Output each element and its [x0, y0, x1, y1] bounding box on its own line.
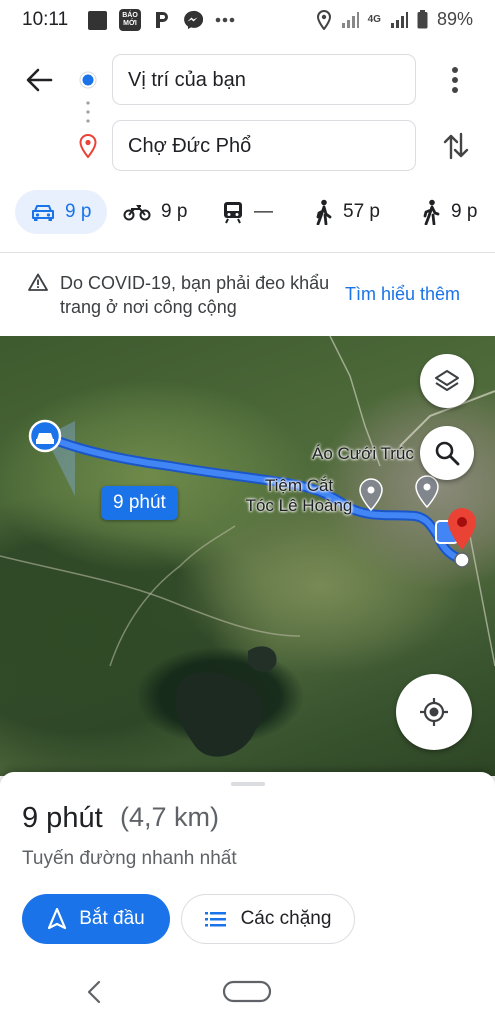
learn-more-link[interactable]: Tìm hiểu thêm	[345, 284, 460, 305]
ride-hailing-icon	[423, 199, 440, 225]
destination-end-dot	[454, 552, 470, 568]
walk-icon	[316, 199, 332, 225]
battery-icon	[417, 10, 428, 29]
steps-button-label: Các chặng	[240, 908, 332, 929]
mode-ride-tab[interactable]: 9 p	[419, 190, 477, 234]
nav-home-icon[interactable]	[222, 980, 272, 1004]
notification-app-icon	[88, 10, 107, 30]
origin-input-value: Vị trí của bạn	[128, 69, 246, 91]
destination-pin-icon	[79, 134, 97, 158]
road-line	[469, 535, 495, 667]
signal-icon-2	[390, 11, 408, 28]
search-icon	[435, 441, 460, 466]
network-type: 4G	[367, 14, 381, 25]
signal-icon	[341, 11, 359, 28]
transit-icon	[224, 202, 242, 224]
destination-input-value: Chợ Đức Phổ	[128, 135, 252, 157]
destination-pin-hole	[457, 517, 467, 527]
covid-message: Do COVID-19, bạn phải đeo khẩu trang ở n…	[60, 273, 330, 317]
origin-input[interactable]: Vị trí của bạn	[112, 54, 416, 105]
start-navigation-button[interactable]: Bắt đầu	[22, 894, 170, 944]
start-button-label: Bắt đầu	[79, 908, 145, 929]
motorcycle-icon	[123, 205, 151, 221]
mode-driving-time: 9 p	[65, 201, 92, 222]
layers-icon	[435, 370, 459, 391]
route-distance: (4,7 km)	[120, 802, 220, 832]
road-line	[109, 525, 236, 667]
location-status-icon	[316, 9, 331, 30]
place-label-bridal[interactable]: Áo Cưới Trúc	[312, 444, 414, 464]
map-view[interactable]: Áo Cưới Trúc Tiệm Cắt Tóc Lê Hoàng 9 phú…	[0, 336, 495, 776]
navigation-arrow-icon	[48, 908, 67, 930]
road-line	[0, 555, 301, 637]
lake-shape	[175, 672, 263, 757]
mode-transit-tab[interactable]: —	[222, 190, 273, 234]
warning-icon	[28, 273, 48, 291]
status-bar: 10:11 BÁO MỚI 4G 89%	[0, 0, 495, 40]
mode-motorcycle-tab[interactable]: 9 p	[123, 190, 187, 234]
battery-level: 89%	[436, 9, 473, 29]
more-notifications-icon	[215, 17, 235, 23]
baomoi-icon: BÁO MỚI	[119, 9, 141, 31]
pond-shape	[248, 646, 277, 672]
route-subtitle: Tuyến đường nhanh nhất	[22, 848, 237, 869]
layers-button[interactable]	[420, 354, 474, 408]
car-marker-icon	[36, 433, 54, 444]
route-connector	[86, 101, 90, 123]
place-pin-bridal	[415, 475, 439, 509]
place-label-barber[interactable]: Tiệm Cắt Tóc Lê Hoàng	[234, 476, 364, 516]
mode-ride-time: 9 p	[451, 201, 478, 222]
more-options-icon[interactable]	[450, 66, 460, 94]
list-icon	[204, 912, 226, 927]
messenger-icon	[184, 10, 203, 29]
origin-dot-icon	[79, 71, 97, 89]
my-location-button[interactable]	[396, 674, 472, 750]
swap-directions-icon[interactable]	[442, 131, 470, 161]
car-icon	[32, 205, 54, 221]
destination-input[interactable]: Chợ Đức Phổ	[112, 120, 416, 171]
route-duration: 9 phút	[22, 802, 103, 834]
mode-walking-time: 57 p	[343, 201, 380, 222]
mode-walking-tab[interactable]: 57 p	[313, 190, 380, 234]
my-location-icon	[420, 698, 448, 726]
route-time-label: 9 phút	[101, 486, 178, 520]
status-time: 10:11	[22, 9, 69, 30]
android-nav-bar	[0, 972, 495, 1024]
mode-transit-time: —	[254, 201, 273, 222]
nav-back-icon[interactable]	[86, 980, 102, 1004]
steps-button[interactable]: Các chặng	[181, 894, 355, 944]
search-along-route-button[interactable]	[420, 426, 474, 480]
covid-banner: Do COVID-19, bạn phải đeo khẩu trang ở n…	[0, 252, 495, 336]
p-app-icon	[156, 12, 168, 28]
mode-driving-tab[interactable]: 9 p	[15, 190, 108, 234]
back-arrow-icon[interactable]	[25, 67, 53, 93]
route-summary-sheet: 9 phút (4,7 km) Tuyến đường nhanh nhất B…	[0, 772, 495, 1024]
sheet-drag-handle[interactable]	[231, 782, 265, 786]
mode-motorcycle-time: 9 p	[161, 201, 188, 222]
